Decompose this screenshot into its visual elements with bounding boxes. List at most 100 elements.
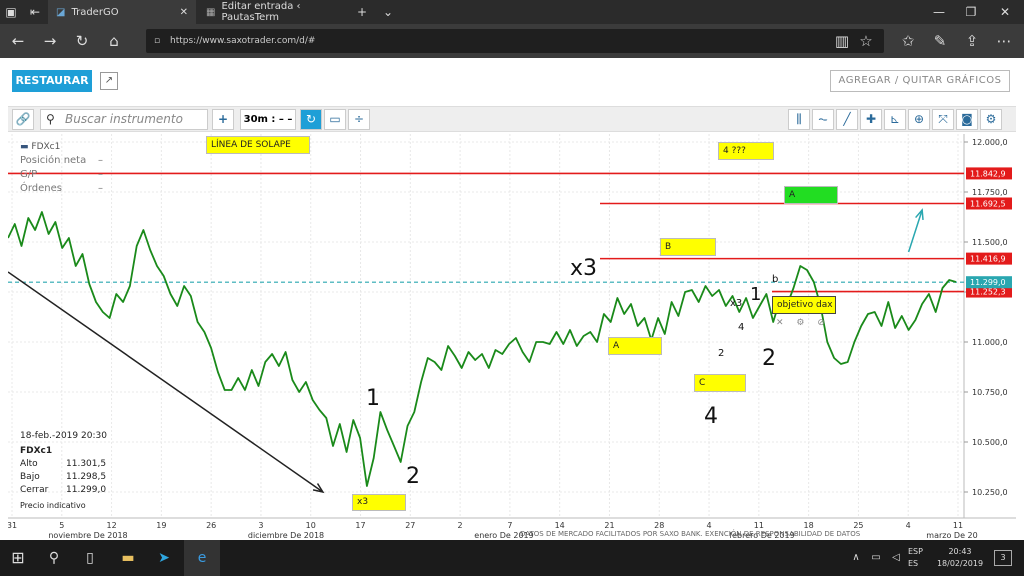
x-tick-label: 26 (206, 521, 216, 530)
app-header: RESTAURAR ↗ AGREGAR / QUITAR GRÁFICOS (8, 64, 1016, 96)
x-tick-label: 5 (59, 521, 64, 530)
favorites-hub-icon[interactable]: ✩ (894, 24, 922, 58)
network-icon[interactable]: ▭ (866, 540, 886, 576)
tab-aside-icon[interactable]: ⇤ (24, 0, 46, 24)
tab-list-button[interactable]: ⌄ (376, 0, 400, 24)
share-icon[interactable]: ⇪ (958, 24, 986, 58)
ohlc-high: Alto 11.301,5 (20, 459, 107, 469)
fib-tool-icon[interactable]: ⊾ (884, 109, 906, 130)
small-wave-4-annotation: 4 (738, 322, 745, 333)
wave-2-right-annotation: 2 (762, 346, 776, 371)
refresh-chart-icon[interactable]: ↻ (300, 109, 322, 130)
y-tick-label: 11.000,0 (972, 338, 1008, 347)
link-icon[interactable]: 🔗 (12, 109, 34, 130)
x-month-label: marzo De 20 (926, 531, 977, 540)
tab-actions-icon[interactable]: ▣ (0, 0, 22, 24)
add-remove-charts-button[interactable]: AGREGAR / QUITAR GRÁFICOS (830, 70, 1010, 92)
volume-icon[interactable]: ◁ (886, 540, 906, 576)
back-arrow-icon[interactable]: ← (4, 24, 32, 58)
wave-a-label[interactable]: A (608, 337, 662, 355)
x-tick-label: 4 (707, 521, 712, 530)
target-a-green-label[interactable]: A (784, 186, 838, 204)
x-tick-label: 7 (507, 521, 512, 530)
y-tick-label: 10.750,0 (972, 388, 1008, 397)
x-tick-label: 28 (654, 521, 664, 530)
wave-x3-label[interactable]: x3 (352, 494, 406, 511)
search-taskbar-icon[interactable]: ⚲ (36, 540, 72, 576)
windows-start-icon[interactable]: ⊞ (0, 540, 36, 576)
ohlc-low: Bajo 11.298,5 (20, 472, 107, 482)
home-icon[interactable]: ⌂ (100, 24, 128, 58)
x-tick-label: 21 (604, 521, 614, 530)
notifications-icon[interactable]: 3 (994, 550, 1012, 566)
tab-editar-entrada[interactable]: ▦ Editar entrada ‹ PautasTerm (198, 0, 348, 24)
more-options-icon[interactable]: ⋯ (990, 24, 1018, 58)
tab-tradergo[interactable]: ◪ TraderGO ✕ (48, 0, 196, 24)
close-window-button[interactable]: ✕ (988, 0, 1022, 24)
zoom-icon[interactable]: ⊕ (908, 109, 930, 130)
delete-annotation-icon[interactable]: ✕ (776, 318, 784, 328)
indicators-icon[interactable]: ⫼ (788, 109, 810, 130)
x-tick-label: 11 (754, 521, 764, 530)
browser-address-bar: ← → ↻ ⌂ ▫ https://www.saxotrader.com/d/#… (0, 24, 1024, 58)
url-input[interactable]: ▫ https://www.saxotrader.com/d/# (146, 29, 884, 53)
restaurar-button[interactable]: RESTAURAR (12, 70, 92, 92)
language-indicator[interactable]: ESP ES (908, 546, 923, 570)
maximize-window-button[interactable]: ❐ (956, 0, 986, 24)
telegram-icon[interactable]: ➤ (146, 540, 182, 576)
wave-4-question-label[interactable]: 4 ??? (718, 142, 774, 160)
price-badge-label: 11.252,3 (970, 288, 1006, 297)
annotation-link-icon[interactable]: ⊘ (817, 318, 825, 328)
wave-c-label[interactable]: C (694, 374, 746, 392)
show-hidden-icons-icon[interactable]: ∧ (846, 540, 866, 576)
tradergo-favicon-icon: ◪ (56, 6, 66, 18)
objetivo-dax-label[interactable]: objetivo dax (772, 296, 836, 314)
x-tick-label: 18 (804, 521, 814, 530)
crosshair-icon[interactable]: ✚ (860, 109, 882, 130)
trendline-icon[interactable]: ╱ (836, 109, 858, 130)
x-month-label: noviembre De 2018 (48, 531, 127, 540)
web-note-pen-icon[interactable]: ✎ (926, 24, 954, 58)
y-tick-label: 12.000,0 (972, 138, 1008, 147)
chart-area[interactable]: 31 5 12 19 26 3 10 17 27 2 7 14 21 28 4 11 18 25 4 11 noviem… (8, 134, 1016, 540)
wave-1-left-annotation: 1 (366, 386, 380, 411)
compare-icon[interactable]: ÷ (348, 109, 370, 130)
price-badge-label: 11.299,0 (970, 278, 1006, 287)
x-tick-label: 11 (953, 521, 963, 530)
price-badge-label: 11.416,9 (970, 255, 1006, 264)
chart-type-icon[interactable]: ▭ (324, 109, 346, 130)
chart-toolbar: 🔗 ⚲ Buscar instrumento + 30m : – – ↻ ▭ ÷… (8, 106, 1016, 132)
favorite-star-icon[interactable]: ☆ (852, 24, 880, 58)
new-tab-button[interactable]: + (350, 0, 374, 24)
price-chart[interactable]: 31 5 12 19 26 3 10 17 27 2 7 14 21 28 4 11 18 25 4 11noviem… (8, 134, 1016, 540)
x-tick-label: 3 (258, 521, 263, 530)
annotation-settings-icon[interactable]: ⚙ (796, 318, 804, 328)
solape-label[interactable]: LÍNEA DE SOLAPE (206, 136, 310, 154)
settings-gear-icon[interactable]: ⚙ (980, 109, 1002, 130)
x-tick-label: 25 (853, 521, 863, 530)
file-explorer-icon[interactable]: ▬ (110, 540, 146, 576)
annotation-tools: ✕ ⚙ ⊘ (776, 318, 840, 330)
price-badge-label: 11.842,9 (970, 169, 1006, 178)
clock[interactable]: 20:43 18/02/2019 (934, 546, 986, 570)
popout-icon[interactable]: ↗ (100, 72, 118, 90)
studies-icon[interactable]: ⏦ (812, 109, 834, 130)
interval-selector[interactable]: 30m : – – (240, 109, 296, 130)
close-tab-icon[interactable]: ✕ (180, 7, 188, 18)
search-instrument-input[interactable]: ⚲ Buscar instrumento (40, 109, 208, 130)
wave-2-left-annotation: 2 (406, 464, 420, 489)
position-info: ▬ FDXc1 Posición neta – G/P – Órdenes – (20, 140, 103, 196)
edge-browser-icon[interactable]: e (184, 540, 220, 576)
task-view-icon[interactable]: ▯ (72, 540, 108, 576)
minimize-window-button[interactable]: — (924, 0, 954, 24)
fit-screen-icon[interactable]: ⤧ (932, 109, 954, 130)
add-instrument-button[interactable]: + (212, 109, 234, 130)
x-tick-label: 31 (8, 521, 17, 530)
windows-taskbar: ⊞ ⚲ ▯ ▬ ➤ e ∧ ▭ ◁ ESP ES 20:43 18/02/201… (0, 540, 1024, 576)
forward-arrow-icon[interactable]: → (36, 24, 64, 58)
wave-b-label[interactable]: B (660, 238, 716, 256)
ohlc-datetime: 18-feb.-2019 20:30 (20, 431, 107, 441)
refresh-icon[interactable]: ↻ (68, 24, 96, 58)
screenshot-camera-icon[interactable]: ◙ (956, 109, 978, 130)
x-tick-label: 14 (555, 521, 565, 530)
